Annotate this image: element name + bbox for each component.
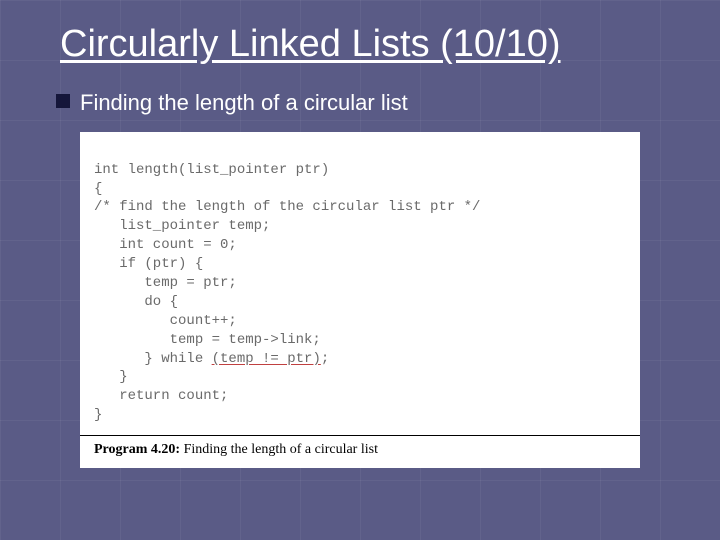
figure-caption: Program 4.20: Finding the length of a ci… (80, 436, 640, 468)
highlighted-condition: (temp != ptr) (212, 351, 321, 367)
bullet-item: Finding the length of a circular list (0, 74, 720, 124)
code-line: int length(list_pointer ptr) (94, 162, 329, 178)
caption-label: Program 4.20: (94, 442, 180, 457)
code-line: return count; (94, 388, 228, 404)
code-line: temp = temp->link; (94, 332, 321, 348)
square-bullet-icon (56, 94, 70, 108)
code-line: do { (94, 294, 178, 310)
code-line: list_pointer temp; (94, 218, 270, 234)
code-line: { (94, 181, 102, 197)
caption-text: Finding the length of a circular list (180, 442, 378, 457)
bullet-text: Finding the length of a circular list (80, 90, 408, 116)
code-line: } (94, 369, 128, 385)
code-figure: int length(list_pointer ptr) { /* find t… (80, 132, 640, 468)
code-line: } while (94, 351, 212, 367)
code-line: count++; (94, 313, 237, 329)
code-block: int length(list_pointer ptr) { /* find t… (80, 132, 640, 429)
slide: Circularly Linked Lists (10/10) Finding … (0, 0, 720, 540)
code-line: ; (321, 351, 329, 367)
slide-title: Circularly Linked Lists (10/10) (0, 0, 720, 74)
code-line: } (94, 407, 102, 423)
code-line: if (ptr) { (94, 256, 203, 272)
code-line: temp = ptr; (94, 275, 237, 291)
code-line: /* find the length of the circular list … (94, 199, 480, 215)
code-line: int count = 0; (94, 237, 237, 253)
